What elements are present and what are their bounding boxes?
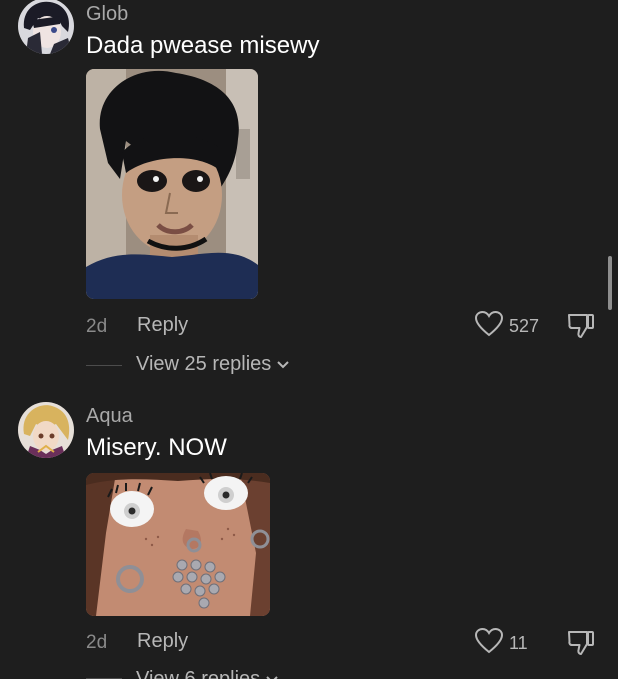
comment-text: Dada pwease misewy — [86, 32, 320, 59]
avatar[interactable] — [18, 402, 74, 458]
like-count: 11 — [509, 633, 528, 653]
thumbs-down-icon — [567, 314, 595, 343]
scrollbar[interactable] — [608, 256, 612, 310]
comment-attachment-image[interactable] — [86, 69, 258, 299]
comments-screen: Glob Dada pwease misewy 2d Reply 527 Vie… — [0, 0, 618, 679]
avatar[interactable] — [18, 0, 74, 54]
dislike-button[interactable] — [567, 311, 595, 344]
comment-text: Misery. NOW — [86, 434, 227, 461]
chevron-down-icon — [265, 668, 279, 679]
view-replies-label: View 6 replies — [136, 668, 261, 679]
like-button[interactable]: 11 — [474, 627, 528, 659]
comment-age: 2d — [86, 316, 108, 337]
thumbs-down-icon — [567, 631, 595, 660]
comment-username[interactable]: Aqua — [86, 405, 133, 428]
replies-divider — [86, 365, 122, 366]
comment-age: 2d — [86, 632, 108, 653]
chevron-down-icon — [276, 353, 290, 376]
like-button[interactable]: 527 — [474, 310, 540, 342]
reply-button[interactable]: Reply — [137, 630, 188, 653]
view-replies-button[interactable]: View 25 replies — [136, 353, 290, 376]
reply-button[interactable]: Reply — [137, 314, 188, 337]
comment-username[interactable]: Glob — [86, 3, 128, 26]
heart-outline-icon — [474, 627, 504, 659]
dislike-button[interactable] — [567, 628, 595, 661]
comment-attachment-image[interactable] — [86, 473, 270, 616]
view-replies-label: View 25 replies — [136, 353, 272, 375]
view-replies-button[interactable]: View 6 replies — [136, 668, 279, 679]
like-count: 527 — [509, 316, 540, 336]
heart-outline-icon — [474, 310, 504, 342]
